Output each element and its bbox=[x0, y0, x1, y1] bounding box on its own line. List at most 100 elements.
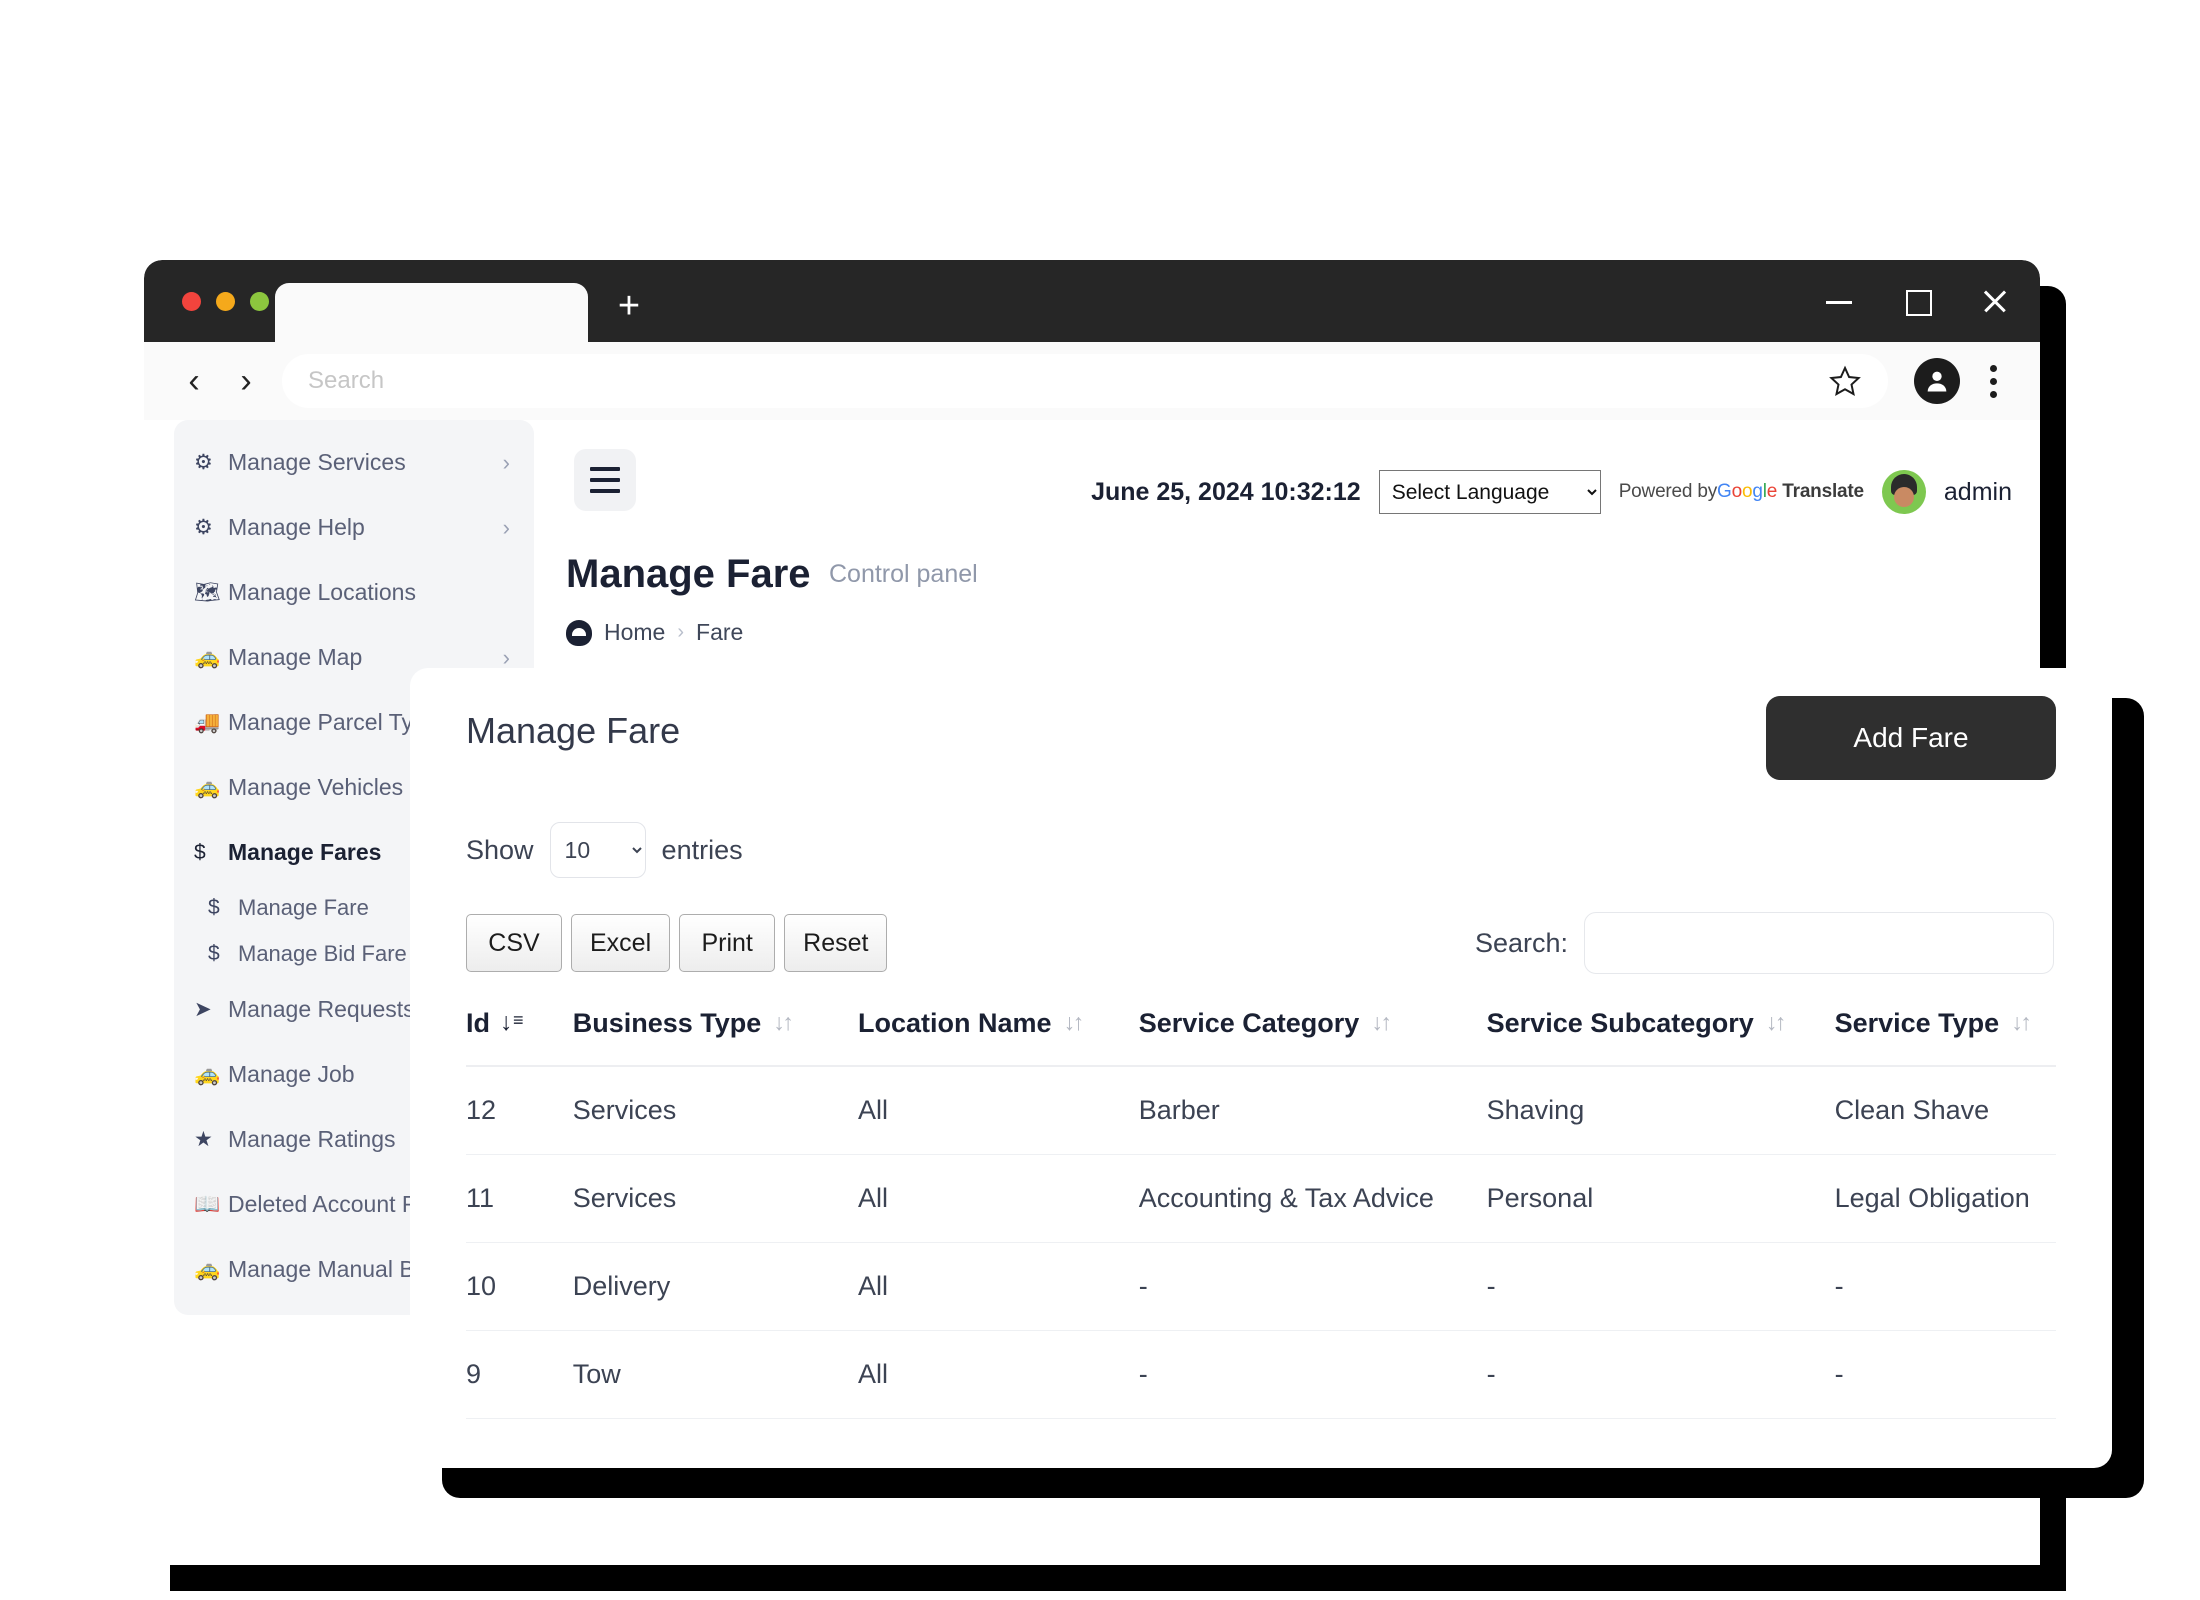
current-datetime: June 25, 2024 10:32:12 bbox=[1091, 477, 1361, 506]
excel-button[interactable]: Excel bbox=[571, 914, 671, 972]
breadcrumb-item-home[interactable]: Home bbox=[604, 619, 665, 646]
sort-neutral-icon[interactable] bbox=[1371, 1008, 1392, 1038]
chevron-right-icon: › bbox=[677, 621, 685, 643]
sort-neutral-icon[interactable] bbox=[1064, 1008, 1085, 1038]
translate-text: Translate bbox=[1782, 481, 1864, 502]
google-letter-g2: g bbox=[1752, 481, 1763, 502]
taxi-icon: 🚕 bbox=[194, 1257, 221, 1281]
screenshot-stage: + ‹ › Search ⚙ Manage Services › ⚙ Manag… bbox=[0, 0, 2200, 1600]
sidebar-item-manage-services[interactable]: ⚙ Manage Services › bbox=[174, 430, 534, 495]
close-traffic-dot[interactable] bbox=[182, 292, 201, 311]
zoom-traffic-dot[interactable] bbox=[250, 292, 269, 311]
cell-location-name: All bbox=[858, 1066, 1139, 1155]
column-header-location-name[interactable]: Location Name bbox=[858, 1008, 1139, 1067]
close-icon[interactable] bbox=[1980, 286, 2010, 316]
column-header-service-subcategory[interactable]: Service Subcategory bbox=[1486, 1008, 1835, 1067]
sort-desc-icon[interactable] bbox=[500, 1008, 524, 1038]
browser-menu-icon[interactable] bbox=[1976, 358, 2010, 404]
table-row[interactable]: 9 Tow All - - - Truck bbox=[466, 1330, 2056, 1419]
sort-neutral-icon[interactable] bbox=[773, 1008, 794, 1038]
chevron-right-icon: › bbox=[502, 514, 510, 540]
breadcrumb-item-fare: Fare bbox=[696, 619, 744, 645]
dollar-icon: $ bbox=[208, 942, 220, 965]
add-fare-button[interactable]: Add Fare bbox=[1766, 696, 2056, 780]
sort-neutral-icon[interactable] bbox=[1766, 1008, 1787, 1038]
page-subtitle: Control panel bbox=[828, 560, 978, 588]
fare-table-body: 12 Services All Barber Shaving Clean Sha… bbox=[466, 1066, 2056, 1419]
address-bar[interactable]: Search bbox=[282, 354, 1888, 408]
table-header-row: Id Business Type Location Name Service C… bbox=[466, 1008, 2056, 1067]
address-bar-placeholder: Search bbox=[308, 367, 385, 394]
cell-service-category: Accounting & Tax Advice bbox=[1138, 1154, 1487, 1243]
cell-business-type: Services bbox=[572, 1066, 859, 1155]
cell-service-category: Barber bbox=[1138, 1066, 1487, 1155]
csv-button[interactable]: CSV bbox=[466, 914, 562, 972]
column-label: Service Subcategory bbox=[1486, 1008, 1754, 1038]
column-header-service-category[interactable]: Service Category bbox=[1138, 1008, 1487, 1067]
cell-id: 10 bbox=[466, 1242, 573, 1331]
cell-service-subcategory: Personal bbox=[1486, 1154, 1835, 1243]
sidebar-item-label: Manage Locations bbox=[228, 579, 416, 605]
table-row[interactable]: 10 Delivery All - - - Truck bbox=[466, 1242, 2056, 1331]
sidebar-item-label: Manage Services bbox=[228, 449, 406, 475]
sidebar-item-manage-locations[interactable]: 🗺 Manage Locations bbox=[174, 560, 534, 625]
page-title: Manage Fare bbox=[566, 552, 811, 596]
export-button-group: CSV Excel Print Reset bbox=[466, 914, 888, 972]
cell-service-category: - bbox=[1138, 1242, 1487, 1331]
window-controls bbox=[1824, 260, 2010, 342]
cell-id: 11 bbox=[466, 1154, 573, 1243]
breadcrumb: Home › Fare bbox=[566, 619, 2040, 646]
dollar-icon: $ bbox=[194, 840, 206, 864]
taxi-icon: 🚕 bbox=[194, 1062, 221, 1086]
column-header-service-type[interactable]: Service Type bbox=[1834, 1008, 2056, 1067]
cell-service-subcategory: - bbox=[1486, 1330, 1835, 1419]
table-row[interactable]: 11 Services All Accounting & Tax Advice … bbox=[466, 1154, 2056, 1243]
column-header-id[interactable]: Id bbox=[466, 1008, 573, 1067]
cell-service-type: Clean Shave bbox=[1834, 1066, 2056, 1155]
star-icon: ★ bbox=[194, 1128, 213, 1151]
cell-service-type: Legal Obligation bbox=[1834, 1154, 2056, 1243]
paper-plane-icon: ➤ bbox=[194, 998, 212, 1021]
minimize-icon[interactable] bbox=[1824, 286, 1854, 316]
app-topbar: June 25, 2024 10:32:12 Select Language P… bbox=[554, 420, 2040, 540]
dollar-icon: $ bbox=[208, 896, 220, 919]
back-icon[interactable]: ‹ bbox=[168, 355, 220, 407]
dashboard-icon bbox=[566, 619, 592, 646]
sidebar-item-manage-help[interactable]: ⚙ Manage Help › bbox=[174, 495, 534, 560]
map-icon: 🗺 bbox=[194, 580, 221, 604]
cell-service-type: - bbox=[1834, 1330, 2056, 1419]
table-tools-row: CSV Excel Print Reset Search: bbox=[466, 912, 2056, 974]
sort-neutral-icon[interactable] bbox=[2011, 1008, 2032, 1038]
fare-table-head: Id Business Type Location Name Service C… bbox=[466, 1008, 2056, 1067]
search-label: Search: bbox=[1474, 927, 1568, 958]
sidebar-toggle-button[interactable] bbox=[574, 449, 636, 511]
forward-icon[interactable]: › bbox=[220, 355, 272, 407]
chevron-right-icon: › bbox=[502, 449, 510, 475]
cell-business-type: Tow bbox=[572, 1330, 859, 1419]
avatar[interactable] bbox=[1881, 470, 1926, 514]
card-inner: Manage Fare Add Fare Show 10 entries CSV… bbox=[410, 696, 2112, 1419]
sidebar-item-label: Manage Help bbox=[228, 514, 365, 540]
entries-label: entries bbox=[661, 834, 743, 865]
reset-button[interactable]: Reset bbox=[784, 914, 888, 972]
browser-profile-icon[interactable] bbox=[1914, 358, 1960, 404]
page-length-select[interactable]: 10 bbox=[549, 822, 646, 878]
language-select[interactable]: Select Language bbox=[1378, 470, 1601, 514]
cell-business-type: Services bbox=[572, 1154, 859, 1243]
cell-service-type: - bbox=[1834, 1242, 2056, 1331]
new-tab-button[interactable]: + bbox=[609, 287, 649, 328]
page-header: Manage Fare Control panel Home › Fare bbox=[554, 540, 2040, 646]
google-translate-attribution: Powered byGoogle Translate bbox=[1619, 481, 1864, 503]
column-header-business-type[interactable]: Business Type bbox=[572, 1008, 859, 1067]
minimize-traffic-dot[interactable] bbox=[216, 292, 235, 311]
table-row[interactable]: 12 Services All Barber Shaving Clean Sha… bbox=[466, 1066, 2056, 1155]
topbar-right-group: June 25, 2024 10:32:12 Select Language P… bbox=[1091, 470, 2012, 514]
maximize-icon[interactable] bbox=[1902, 286, 1932, 316]
column-label: Service Type bbox=[1834, 1008, 2000, 1038]
browser-tab[interactable] bbox=[275, 283, 588, 342]
cell-location-name: All bbox=[858, 1330, 1139, 1419]
print-button[interactable]: Print bbox=[679, 914, 776, 972]
window-traffic-lights bbox=[182, 292, 269, 311]
bookmark-star-icon[interactable] bbox=[1828, 364, 1862, 398]
search-input[interactable] bbox=[1584, 912, 2054, 974]
